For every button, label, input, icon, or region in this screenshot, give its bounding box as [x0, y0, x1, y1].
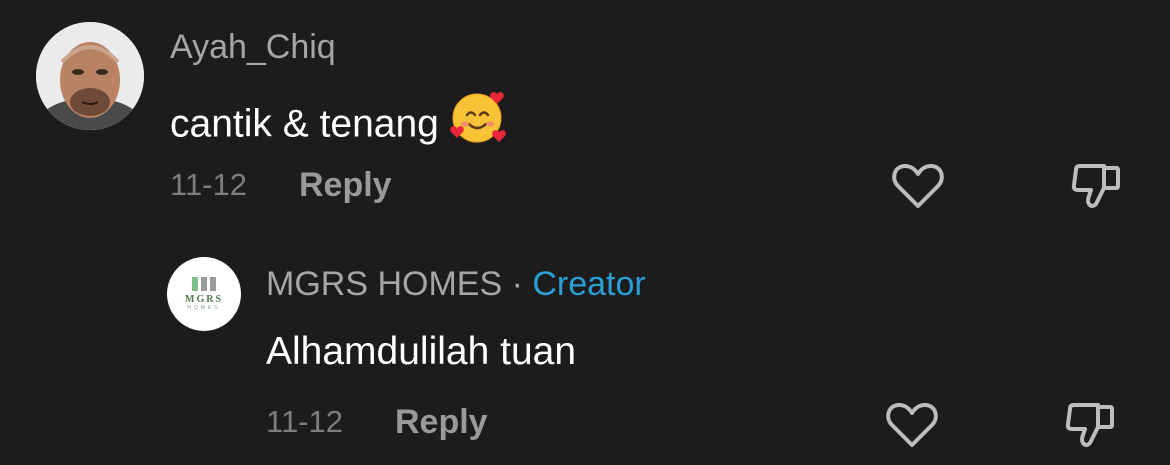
- logo-mark: [192, 276, 216, 291]
- comment-date: 11-12: [266, 404, 343, 439]
- logo-subtext: HOMES: [187, 304, 221, 311]
- like-button[interactable]: [882, 397, 942, 453]
- creator-badge: Creator: [532, 265, 646, 303]
- reply-username-line: MGRS HOMES · Creator: [266, 265, 646, 304]
- separator-dot: ·: [511, 265, 523, 303]
- heart-outline-icon: [892, 163, 944, 208]
- comment-date: 11-12: [170, 167, 247, 202]
- reply-button[interactable]: Reply: [395, 403, 488, 442]
- avatar-photo: [36, 22, 144, 130]
- reply-button[interactable]: Reply: [299, 166, 392, 205]
- logo-text: MGRS: [185, 293, 223, 305]
- like-button[interactable]: [888, 158, 948, 214]
- dislike-button[interactable]: [1066, 158, 1126, 214]
- thumbs-down-outline-icon: [1071, 164, 1120, 208]
- comment-text-body: cantik & tenang: [170, 102, 439, 146]
- thumbs-down-outline-icon: [1065, 403, 1114, 447]
- comment-username[interactable]: Ayah_Chiq: [170, 28, 336, 67]
- user-avatar[interactable]: [36, 22, 144, 130]
- comment-username[interactable]: MGRS HOMES: [266, 265, 502, 303]
- creator-avatar[interactable]: MGRS HOMES: [167, 257, 241, 331]
- heart-outline-icon: [886, 402, 938, 447]
- comment-text: Alhamdulilah tuan: [266, 330, 577, 373]
- smiling-face-with-hearts-emoji: [449, 88, 507, 156]
- dislike-button[interactable]: [1060, 397, 1120, 453]
- comment-text: cantik & tenang: [170, 92, 507, 160]
